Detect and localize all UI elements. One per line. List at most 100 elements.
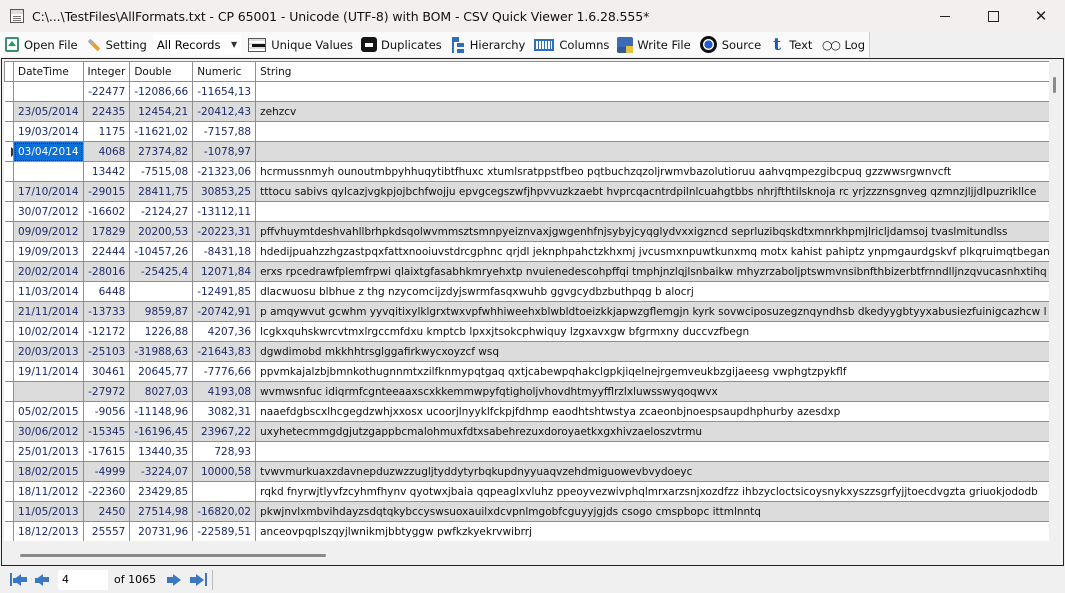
cell-datetime[interactable] [13, 161, 84, 182]
cell-numeric[interactable]: -12491,85 [192, 281, 257, 302]
cell-string[interactable]: tttocu sabivs qylcazjvgkpjojbchfwojju ep… [255, 181, 1050, 202]
cell-double[interactable]: 13440,35 [129, 441, 194, 462]
row-header[interactable] [4, 321, 14, 342]
cell-numeric[interactable]: 10000,58 [192, 461, 257, 482]
cell-string[interactable]: ppvmkajalzbjbmnkothugnnmtxzilfknmypqtgaq… [255, 361, 1050, 382]
cell-double[interactable]: 20200,53 [129, 221, 194, 242]
cell-string[interactable] [255, 441, 1050, 462]
cell-string[interactable]: pffvhuymtdeshvahllbrhpkdsqolwvmmsztsmnpy… [255, 221, 1050, 242]
cell-integer[interactable]: -9056 [82, 401, 131, 422]
cell-datetime[interactable]: 03/04/2014 [13, 141, 84, 162]
row-header[interactable] [4, 241, 14, 262]
table-row[interactable]: -22477 -12086,66 -11654,13 [4, 81, 1050, 102]
cell-numeric[interactable]: -13112,11 [192, 201, 257, 222]
cell-integer[interactable]: 25557 [82, 521, 131, 541]
cell-numeric[interactable]: -22589,51 [192, 521, 257, 541]
cell-datetime[interactable]: 05/02/2015 [13, 401, 84, 422]
table-row[interactable]: 19/03/2014 1175 -11621,02 -7157,88 [4, 121, 1050, 142]
duplicates-button[interactable]: Duplicates [357, 34, 446, 56]
cell-numeric[interactable]: -20742,91 [192, 301, 257, 322]
cell-integer[interactable]: -16602 [82, 201, 131, 222]
table-row[interactable]: 21/11/2014 -13733 9859,87 -20742,91 p amqywv… [4, 301, 1050, 322]
cell-string[interactable] [255, 81, 1050, 102]
cell-string[interactable]: p amqywvut gcwhm yyvqitixylklgrxtwxvpfwh… [255, 301, 1050, 322]
cell-numeric[interactable]: -8431,18 [192, 241, 257, 262]
cell-numeric[interactable]: -7157,88 [192, 121, 257, 142]
cell-integer[interactable]: -17615 [82, 441, 131, 462]
cell-double[interactable]: 1226,88 [129, 321, 194, 342]
cell-string[interactable] [255, 121, 1050, 142]
cell-datetime[interactable]: 20/02/2014 [13, 261, 84, 282]
source-button[interactable]: Source [695, 34, 766, 56]
columns-button[interactable]: Columns [529, 34, 613, 56]
table-row[interactable]: 18/02/2015 -4999 -3224,07 10000,58 tvwvmurku… [4, 461, 1050, 482]
table-row[interactable]: 09/09/2012 17829 20200,53 -20223,31 pffvhuym… [4, 221, 1050, 242]
cell-string[interactable]: zehzcv [255, 101, 1050, 122]
cell-double[interactable]: 23429,85 [129, 481, 194, 502]
cell-double[interactable]: -11148,96 [129, 401, 194, 422]
column-header-double[interactable]: Double [129, 61, 194, 82]
cell-integer[interactable]: -25103 [82, 341, 131, 362]
cell-datetime[interactable]: 18/02/2015 [13, 461, 84, 482]
cell-integer[interactable]: -22360 [82, 481, 131, 502]
row-header[interactable] [4, 521, 14, 541]
table-row[interactable]: 18/11/2012 -22360 23429,85 rqkd fnyrwjtlyvf… [4, 481, 1050, 502]
cell-string[interactable]: hcrmussnmyh ounoutmbpyhhuqytibtfhuxc xtu… [255, 161, 1050, 182]
table-row[interactable]: 11/05/2013 2450 27514,98 -16820,02 pkwjnvlxm… [4, 501, 1050, 522]
maximize-button[interactable] [969, 0, 1017, 32]
write-file-button[interactable]: Write File [613, 34, 694, 56]
cell-datetime[interactable]: 19/11/2014 [13, 361, 84, 382]
cell-datetime[interactable]: 23/05/2014 [13, 101, 84, 122]
cell-double[interactable]: 28411,75 [129, 181, 194, 202]
cell-numeric[interactable]: 4207,36 [192, 321, 257, 342]
cell-double[interactable] [129, 281, 194, 302]
table-row[interactable]: 23/05/2014 22435 12454,21 -20412,43 zehzcv [4, 101, 1050, 122]
row-header[interactable] [4, 141, 14, 162]
cell-integer[interactable]: 1175 [82, 121, 131, 142]
cell-numeric[interactable]: -7776,66 [192, 361, 257, 382]
row-header[interactable] [4, 121, 14, 142]
cell-string[interactable]: tvwvmurkuaxzdavnepduzwzzugljtyddytyrbqku… [255, 461, 1050, 482]
cell-integer[interactable]: -22477 [82, 81, 131, 102]
table-row[interactable]: 20/03/2013 -25103 -31988,63 -21643,83 dgwdim… [4, 341, 1050, 362]
text-button[interactable]: t Text [765, 34, 816, 56]
cell-numeric[interactable]: -16820,02 [192, 501, 257, 522]
cell-datetime[interactable] [13, 381, 84, 402]
cell-double[interactable]: 20645,77 [129, 361, 194, 382]
cell-datetime[interactable]: 09/09/2012 [13, 221, 84, 242]
row-header[interactable] [4, 201, 14, 222]
hierarchy-button[interactable]: Hierarchy [446, 34, 530, 56]
cell-numeric[interactable]: 728,93 [192, 441, 257, 462]
log-button[interactable]: ○○ Log [816, 34, 869, 56]
table-row[interactable]: 17/10/2014 -29015 28411,75 30853,25 tttocu s… [4, 181, 1050, 202]
row-header[interactable] [4, 161, 14, 182]
cell-numeric[interactable]: -1078,97 [192, 141, 257, 162]
column-header-string[interactable]: String [255, 61, 1050, 82]
cell-numeric[interactable]: -11654,13 [192, 81, 257, 102]
cell-string[interactable] [255, 141, 1050, 162]
cell-double[interactable]: -11621,02 [129, 121, 194, 142]
row-header[interactable] [4, 181, 14, 202]
cell-integer[interactable]: -13733 [82, 301, 131, 322]
cell-integer[interactable]: -27972 [82, 381, 131, 402]
cell-numeric[interactable]: -20412,43 [192, 101, 257, 122]
cell-string[interactable]: rqkd fnyrwjtlyvfzcyhmfhynv qyotwxjbaia q… [255, 481, 1050, 502]
unique-values-button[interactable]: Unique Values [243, 34, 357, 56]
cell-double[interactable]: 12454,21 [129, 101, 194, 122]
column-header-datetime[interactable]: DateTime [13, 61, 84, 82]
vertical-scroll-thumb[interactable] [1053, 77, 1056, 93]
column-header-integer[interactable]: Integer [82, 61, 131, 82]
cell-datetime[interactable]: 11/05/2013 [13, 501, 84, 522]
cell-double[interactable]: -12086,66 [129, 81, 194, 102]
row-header[interactable] [4, 501, 14, 522]
cell-integer[interactable]: -15345 [82, 421, 131, 442]
cell-datetime[interactable]: 30/07/2012 [13, 201, 84, 222]
cell-integer[interactable]: 17829 [82, 221, 131, 242]
next-record-button[interactable] [164, 570, 184, 590]
row-header[interactable] [4, 381, 14, 402]
previous-record-button[interactable] [32, 570, 52, 590]
cell-double[interactable]: -16196,45 [129, 421, 194, 442]
cell-integer[interactable]: 4068 [82, 141, 131, 162]
table-row[interactable]: 19/11/2014 30461 20645,77 -7776,66 ppvmkajal… [4, 361, 1050, 382]
cell-numeric[interactable]: -20223,31 [192, 221, 257, 242]
